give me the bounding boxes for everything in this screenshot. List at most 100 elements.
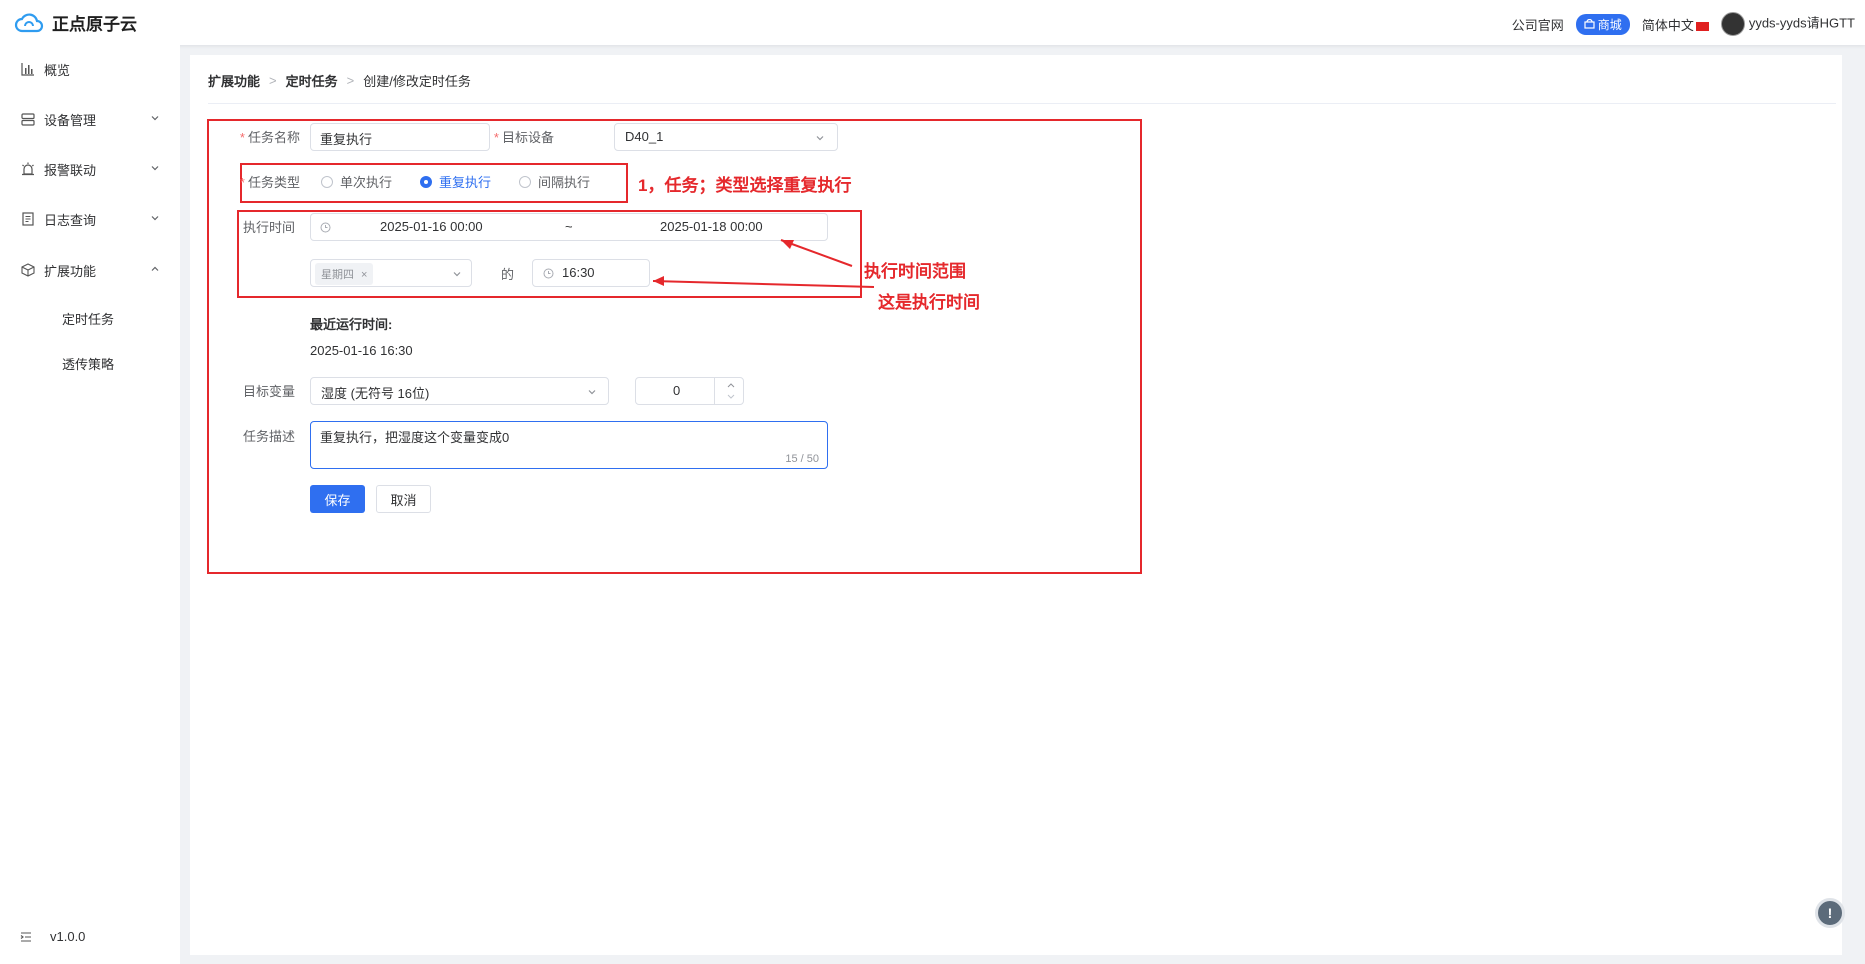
radio-single-execution[interactable]: 单次执行 (321, 172, 392, 191)
range-end-value[interactable]: 2025-01-18 00:00 (660, 219, 763, 234)
sidebar-item-log-query[interactable]: 日志查询 (0, 199, 180, 239)
chevron-up-icon (151, 266, 159, 271)
company-site-link[interactable]: 公司官网 (1512, 15, 1564, 34)
desc-label: 任务描述 (242, 429, 295, 444)
task-type-label: * 任务类型 (239, 175, 300, 190)
chevron-down-icon (151, 166, 159, 171)
sidebar-item-label: 扩展功能 (44, 263, 97, 279)
cancel-button[interactable]: 取消 (376, 485, 431, 513)
language-label: 简体中文 (1641, 17, 1694, 33)
annotation-note-exec-time: 这是执行时间 (878, 293, 980, 312)
sidebar: 概览 设备管理 报警联动 日志查询 扩展功能 定时任务 透传策略 v1.0.0 (0, 45, 180, 964)
alarm-icon (20, 161, 36, 177)
breadcrumb-divider (208, 103, 1836, 104)
target-device-label: * 目标设备 (493, 130, 554, 145)
radio-interval-execution[interactable]: 间隔执行 (519, 172, 590, 191)
radio-label: 间隔执行 (538, 175, 591, 190)
version-label: v1.0.0 (50, 929, 86, 944)
sidebar-item-label: 日志查询 (44, 212, 97, 228)
sidebar-item-device-management[interactable]: 设备管理 (0, 99, 180, 139)
app-title: 正点原子云 (52, 15, 137, 34)
chevron-down-icon (816, 136, 824, 141)
weekday-select[interactable]: 星期四 × (310, 259, 472, 287)
breadcrumb-level2[interactable]: 定时任务 (286, 71, 338, 90)
main-panel: 扩展功能 > 定时任务 > 创建/修改定时任务 * 任务名称 重复执行 * 目标设备… (190, 55, 1842, 955)
top-links: 公司官网 商城 简体中文 yyds-yyds请HGTT (1500, 12, 1855, 36)
date-range-picker[interactable]: 2025-01-16 00:00 ~ 2025-01-18 00:00 (310, 213, 828, 241)
clock-icon (320, 222, 331, 233)
sidebar-item-label: 报警联动 (44, 162, 97, 178)
recent-run-value: 2025-01-16 16:30 (310, 343, 413, 358)
target-device-select[interactable]: D40_1 (614, 123, 838, 151)
required-asterisk: * (493, 130, 499, 145)
radio-circle (321, 175, 333, 188)
clock-icon (543, 268, 554, 279)
stepper-up-icon[interactable] (726, 381, 736, 389)
save-button[interactable]: 保存 (310, 485, 365, 513)
desc-value: 重复执行，把湿度这个变量变成0 (320, 430, 510, 445)
chart-bar-icon (20, 61, 36, 77)
target-var-label: 目标变量 (242, 384, 295, 399)
sidebar-item-overview[interactable]: 概览 (0, 49, 180, 89)
sidebar-item-label: 概览 (44, 62, 71, 78)
breadcrumb: 扩展功能 > 定时任务 > 创建/修改定时任务 (208, 71, 471, 90)
required-asterisk: * (239, 130, 245, 145)
radio-circle-selected (420, 175, 432, 188)
user-menu[interactable]: yyds-yyds请HGTT (1720, 12, 1855, 36)
cloud-logo-icon (14, 12, 44, 32)
exec-time-label: 执行时间 (242, 220, 295, 235)
sidebar-item-label: 设备管理 (44, 112, 97, 128)
breadcrumb-separator-icon: > (346, 73, 355, 88)
of-label: 的 (501, 267, 515, 282)
mall-label: 商城 (1597, 17, 1622, 32)
cube-icon (20, 262, 36, 278)
help-float-button[interactable]: ! (1815, 898, 1845, 928)
desc-textarea[interactable]: 重复执行，把湿度这个变量变成0 15 / 50 (310, 421, 828, 469)
flag-icon (1695, 21, 1709, 31)
chevron-down-icon (151, 116, 159, 121)
version-info: v1.0.0 (20, 929, 85, 944)
radio-label: 单次执行 (340, 175, 393, 190)
collapse-menu-icon[interactable] (20, 931, 32, 942)
sidebar-item-extensions[interactable]: 扩展功能 (0, 250, 180, 290)
chevron-down-icon (453, 272, 461, 277)
shop-icon (1584, 19, 1595, 29)
desc-count: 15 / 50 (785, 453, 819, 465)
required-asterisk: * (239, 175, 245, 190)
task-name-label: * 任务名称 (239, 130, 300, 145)
radio-repeat-execution[interactable]: 重复执行 (420, 172, 491, 191)
time-value: 16:30 (562, 265, 595, 280)
sidebar-sub-item-scheduled-tasks[interactable]: 定时任务 (62, 309, 114, 328)
exclamation-icon: ! (1827, 905, 1833, 921)
chevron-down-icon (151, 216, 159, 221)
breadcrumb-separator-icon: > (269, 73, 277, 88)
radio-label: 重复执行 (439, 175, 492, 190)
time-picker[interactable]: 16:30 (532, 259, 650, 287)
top-bar: 正点原子云 公司官网 商城 简体中文 yyds-yyds请HGTT (0, 0, 1865, 45)
server-icon (20, 111, 36, 127)
weekday-tag: 星期四 × (315, 263, 374, 285)
stepper-divider (714, 378, 715, 404)
annotation-note-task-type: 1，任务；类型选择重复执行 (638, 176, 852, 195)
close-icon[interactable]: × (361, 269, 367, 281)
language-selector[interactable]: 简体中文 (1642, 15, 1709, 34)
target-var-number-input[interactable]: 0 (635, 377, 744, 405)
breadcrumb-level3: 创建/修改定时任务 (363, 74, 471, 89)
target-var-number-value: 0 (673, 383, 681, 398)
mall-button[interactable]: 商城 (1575, 13, 1630, 35)
breadcrumb-level1[interactable]: 扩展功能 (208, 71, 260, 90)
avatar (1720, 12, 1745, 36)
user-name: yyds-yyds请HGTT (1748, 15, 1855, 31)
sidebar-item-alarm[interactable]: 报警联动 (0, 149, 180, 189)
range-start-value[interactable]: 2025-01-16 00:00 (380, 219, 483, 234)
target-var-value: 湿度 (无符号 16位) (321, 386, 430, 401)
annotation-note-range: 执行时间范围 (864, 262, 966, 281)
log-icon (20, 211, 36, 227)
target-device-value: D40_1 (625, 129, 664, 144)
range-separator: ~ (565, 219, 573, 234)
logo[interactable]: 正点原子云 (14, 10, 137, 35)
sidebar-sub-item-passthrough[interactable]: 透传策略 (62, 354, 114, 373)
stepper-down-icon[interactable] (726, 393, 736, 401)
recent-run-label: 最近运行时间: (310, 317, 393, 332)
target-var-select[interactable]: 湿度 (无符号 16位) (310, 377, 609, 405)
